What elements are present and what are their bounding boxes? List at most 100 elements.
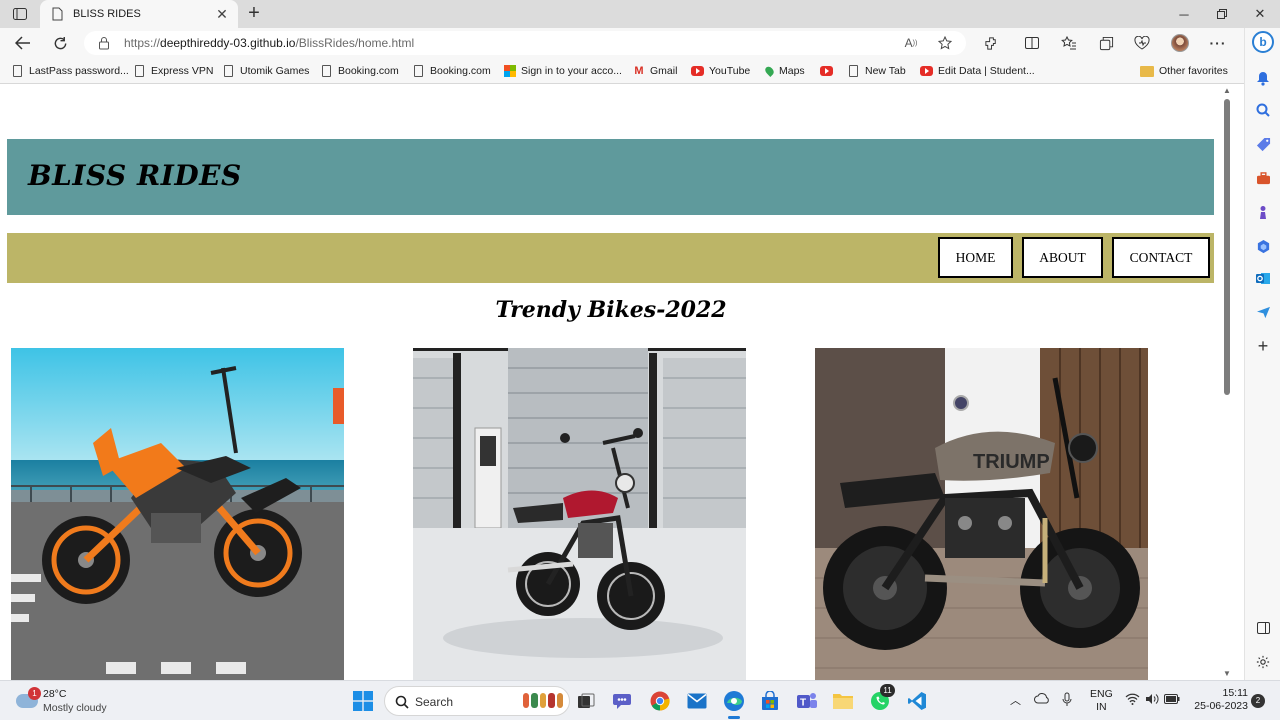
whatsapp-icon[interactable]: 11 (868, 684, 895, 713)
favorite-label: YouTube (709, 65, 751, 77)
system-clock[interactable]: 15:11 25-06-2023 (1194, 687, 1249, 713)
browser-tab[interactable]: BLISS RIDES ✕ (40, 0, 238, 28)
start-windows-icon[interactable] (351, 689, 375, 713)
language-indicator[interactable]: ENG IN (1090, 688, 1113, 714)
search-icon[interactable] (1251, 98, 1275, 122)
add-sidebar-app-icon[interactable]: + (1251, 334, 1275, 358)
nav-contact-link[interactable]: CONTACT (1112, 237, 1210, 278)
scroll-up-icon[interactable]: ▲ (1223, 87, 1231, 95)
favorite-label: Edit Data | Student... (938, 65, 1035, 77)
favorite-utomik-games[interactable]: Utomik Games (224, 63, 309, 79)
clock-time: 15:11 (1222, 687, 1249, 699)
volume-icon[interactable] (1145, 693, 1159, 708)
favorite-express-vpn[interactable]: Express VPN (135, 63, 213, 79)
file-explorer-icon[interactable] (831, 689, 855, 713)
page-scrollbar[interactable]: ▲ ▼ (1222, 85, 1232, 680)
favorite-booking-2[interactable]: Booking.com (414, 63, 491, 79)
new-tab-button[interactable]: + (244, 3, 264, 24)
microsoft-store-icon[interactable] (758, 689, 782, 713)
favorite-booking-1[interactable]: Booking.com (322, 63, 399, 79)
weather-widget[interactable]: 1 28°C Mostly cloudy (14, 686, 124, 716)
sidebar-settings-gear-icon[interactable] (1251, 650, 1275, 674)
refresh-button[interactable] (48, 32, 72, 54)
wifi-icon[interactable] (1125, 693, 1140, 708)
favorite-youtube[interactable]: YouTube (691, 63, 750, 79)
page-icon (52, 7, 63, 21)
bike-image-ktm-duke[interactable] (11, 348, 344, 680)
nav-about-link[interactable]: ABOUT (1022, 237, 1103, 278)
back-button[interactable] (11, 32, 35, 54)
clock-date: 25-06-2023 (1194, 700, 1248, 712)
bing-copilot-icon[interactable]: b (1251, 30, 1275, 54)
lock-icon[interactable] (98, 36, 110, 50)
extensions-icon[interactable] (979, 32, 1003, 54)
search-highlight-figures-icon (523, 693, 564, 710)
notifications-bell-icon[interactable] (1251, 66, 1275, 90)
other-favorites-folder[interactable]: Other favorites (1140, 63, 1228, 79)
favorite-youtube-2[interactable] (820, 63, 838, 79)
edge-sidebar: b + (1244, 28, 1280, 680)
collections-icon[interactable] (1094, 32, 1118, 54)
close-window-button[interactable]: ✕ (1241, 0, 1279, 28)
onedrive-cloud-icon[interactable] (1034, 693, 1050, 707)
favorite-label: Express VPN (151, 65, 214, 77)
microsoft-365-icon[interactable] (1251, 234, 1275, 258)
drop-send-icon[interactable] (1251, 300, 1275, 324)
weather-badge: 1 (28, 687, 41, 700)
favorite-star-icon[interactable] (936, 34, 954, 52)
edge-browser-icon[interactable] (722, 689, 746, 719)
teams-icon[interactable]: T (795, 689, 819, 713)
favorites-icon[interactable] (1057, 32, 1081, 54)
vscode-icon[interactable] (905, 689, 929, 713)
address-bar[interactable]: https://deepthireddy-03.github.io/BlissR… (84, 31, 966, 55)
bike-image-triumph[interactable]: TRIUMP (815, 348, 1148, 680)
page-icon (849, 65, 858, 77)
games-chess-icon[interactable] (1251, 200, 1275, 224)
scrollbar-thumb[interactable] (1224, 99, 1230, 395)
favorite-label: Booking.com (430, 65, 491, 77)
battery-icon[interactable] (1164, 694, 1180, 707)
url-text[interactable]: https://deepthireddy-03.github.io/BlissR… (124, 36, 414, 50)
outlook-icon[interactable] (1251, 266, 1275, 290)
tank-logo-text: TRIUMP (973, 451, 1050, 473)
shopping-tag-icon[interactable] (1251, 132, 1275, 156)
teams-chat-icon[interactable] (611, 689, 635, 713)
maximize-button[interactable] (1203, 0, 1241, 28)
microsoft-icon (504, 65, 516, 77)
read-aloud-icon[interactable]: A)) (902, 34, 920, 52)
profile-avatar[interactable] (1168, 32, 1192, 54)
favorite-gmail[interactable]: M Gmail (633, 63, 677, 79)
favorite-label: Sign in to your acco... (521, 65, 622, 77)
tools-briefcase-icon[interactable] (1251, 166, 1275, 190)
favorite-new-tab[interactable]: New Tab (849, 63, 906, 79)
favorite-label: Gmail (650, 65, 678, 77)
task-view-icon[interactable] (574, 689, 598, 713)
favorite-maps[interactable]: Maps (763, 63, 805, 79)
bike-image-royal-enfield[interactable] (413, 348, 746, 680)
mail-icon[interactable] (685, 689, 709, 713)
tab-actions-icon[interactable] (8, 4, 32, 24)
language-region: IN (1096, 701, 1107, 713)
close-tab-icon[interactable]: ✕ (214, 6, 230, 23)
tab-title: BLISS RIDES (73, 8, 141, 20)
nav-home-link[interactable]: HOME (938, 237, 1013, 278)
favorite-edit-data[interactable]: Edit Data | Student... (920, 63, 1035, 79)
scroll-down-icon[interactable]: ▼ (1223, 670, 1231, 678)
show-hidden-icons-chevron-up-icon[interactable]: ︿ (1010, 692, 1021, 708)
section-title: Trendy Bikes-2022 (495, 297, 727, 323)
taskbar-search[interactable]: Search (384, 686, 570, 716)
microphone-icon[interactable] (1062, 692, 1072, 710)
favorite-label: LastPass password... (29, 65, 129, 77)
page-icon (322, 65, 331, 77)
browser-essentials-icon[interactable] (1130, 32, 1154, 54)
favorite-label: Maps (779, 65, 805, 77)
split-screen-icon[interactable] (1020, 32, 1044, 54)
favorite-microsoft-signin[interactable]: Sign in to your acco... (504, 63, 622, 79)
minimize-button[interactable]: ─ (1165, 0, 1203, 28)
chrome-icon[interactable] (648, 689, 672, 713)
favorites-bar: LastPass password... Express VPN Utomik … (0, 58, 1244, 84)
more-menu-icon[interactable]: ··· (1206, 32, 1230, 54)
hide-sidebar-icon[interactable] (1251, 616, 1275, 640)
notification-count-badge[interactable]: 2 (1251, 694, 1265, 708)
favorite-lastpass[interactable]: LastPass password... (13, 63, 129, 79)
